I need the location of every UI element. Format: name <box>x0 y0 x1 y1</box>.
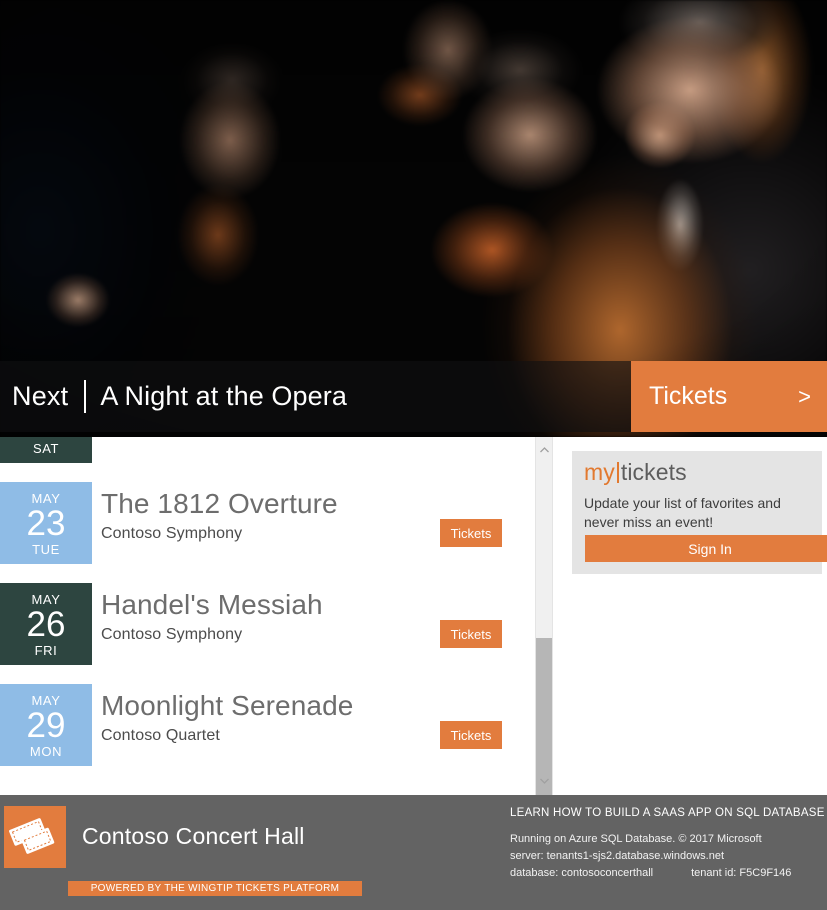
chevron-up-icon <box>540 446 549 452</box>
powered-by-banner: POWERED BY THE WINGTIP TICKETS PLATFORM <box>68 881 362 896</box>
next-event-text: Next A Night at the Opera <box>0 380 347 413</box>
footer-server: server: tenants1-sjs2.database.windows.n… <box>510 850 725 863</box>
scroll-up-arrow-icon[interactable] <box>536 441 552 458</box>
event-date-tile: MAY 26 FRI <box>0 583 92 665</box>
hero-tickets-button[interactable]: Tickets > <box>631 361 827 432</box>
footer-brand-name: Contoso Concert Hall <box>82 823 305 849</box>
event-title: Moonlight Serenade <box>101 690 354 721</box>
my-tickets-logo-divider <box>616 462 619 483</box>
event-title: Handel's Messiah <box>101 589 323 620</box>
my-tickets-description: Update your list of favorites and never … <box>584 495 781 530</box>
event-date-tile: MAY 23 TUE <box>0 482 92 564</box>
chevron-right-icon: > <box>798 383 811 409</box>
tickets-logo-icon <box>4 806 66 868</box>
event-date-weekday: MON <box>29 744 63 759</box>
next-label: Next <box>12 381 69 411</box>
events-list: MAY 20 SAT MAY 23 TUE <box>0 437 536 779</box>
hero-banner: Next A Night at the Opera Tickets > <box>0 0 827 437</box>
list-item[interactable]: MAY 20 SAT <box>0 437 536 476</box>
events-list-panel: MAY 20 SAT MAY 23 TUE <box>0 437 553 795</box>
footer-tenant-id: tenant id: F5C9F146 <box>691 867 792 880</box>
chevron-down-icon <box>540 778 549 784</box>
footer-database: database: contosoconcerthall <box>510 867 654 880</box>
event-tickets-button[interactable]: Tickets <box>440 721 502 749</box>
footer-running-on: Running on Azure SQL Database. © 2017 Mi… <box>510 833 762 845</box>
event-tickets-button[interactable]: Tickets <box>440 620 502 648</box>
next-event-title: A Night at the Opera <box>100 381 347 411</box>
my-tickets-logo-tickets: tickets <box>620 459 687 485</box>
scrollbar-track[interactable] <box>536 458 552 795</box>
event-date-day: 26 <box>26 605 66 644</box>
page-root: Next A Night at the Opera Tickets > MAY … <box>0 0 827 910</box>
event-title: The 1812 Overture <box>101 488 338 519</box>
sign-in-button[interactable]: Sign In <box>585 535 827 562</box>
event-date-day: 29 <box>26 706 66 745</box>
my-tickets-panel: my tickets Update your list of favorites… <box>572 451 827 574</box>
event-date-weekday: TUE <box>32 542 60 557</box>
next-divider <box>84 380 87 413</box>
my-tickets-logo: my tickets <box>584 461 810 484</box>
learn-more-link[interactable]: LEARN HOW TO BUILD A SAAS APP ON SQL DAT… <box>510 807 825 819</box>
event-date-tile: MAY 20 SAT <box>0 437 92 463</box>
footer-info: LEARN HOW TO BUILD A SAAS APP ON SQL DAT… <box>510 807 825 882</box>
list-item[interactable]: MAY 23 TUE The 1812 Overture Contoso Sym… <box>0 476 536 577</box>
scroll-down-arrow-icon[interactable] <box>536 772 552 789</box>
event-date-weekday: FRI <box>34 643 58 658</box>
events-scrollbar[interactable] <box>535 437 552 795</box>
event-date-tile: MAY 29 MON <box>0 684 92 766</box>
hero-tickets-label: Tickets <box>649 382 728 410</box>
my-tickets-logo-my: my <box>584 459 615 485</box>
footer-db-line: database: contosoconcerthall tenant id: F… <box>510 865 825 882</box>
list-item[interactable]: MAY 29 MON Moonlight Serenade Contoso Qu… <box>0 678 536 779</box>
list-item[interactable]: MAY 26 FRI Handel's Messiah Contoso Symp… <box>0 577 536 678</box>
event-date-day: 23 <box>26 504 66 543</box>
event-date-weekday: SAT <box>32 441 60 456</box>
event-date-day: 20 <box>27 437 66 440</box>
event-tickets-button[interactable]: Tickets <box>440 519 502 547</box>
main-content: MAY 20 SAT MAY 23 TUE <box>0 437 827 795</box>
